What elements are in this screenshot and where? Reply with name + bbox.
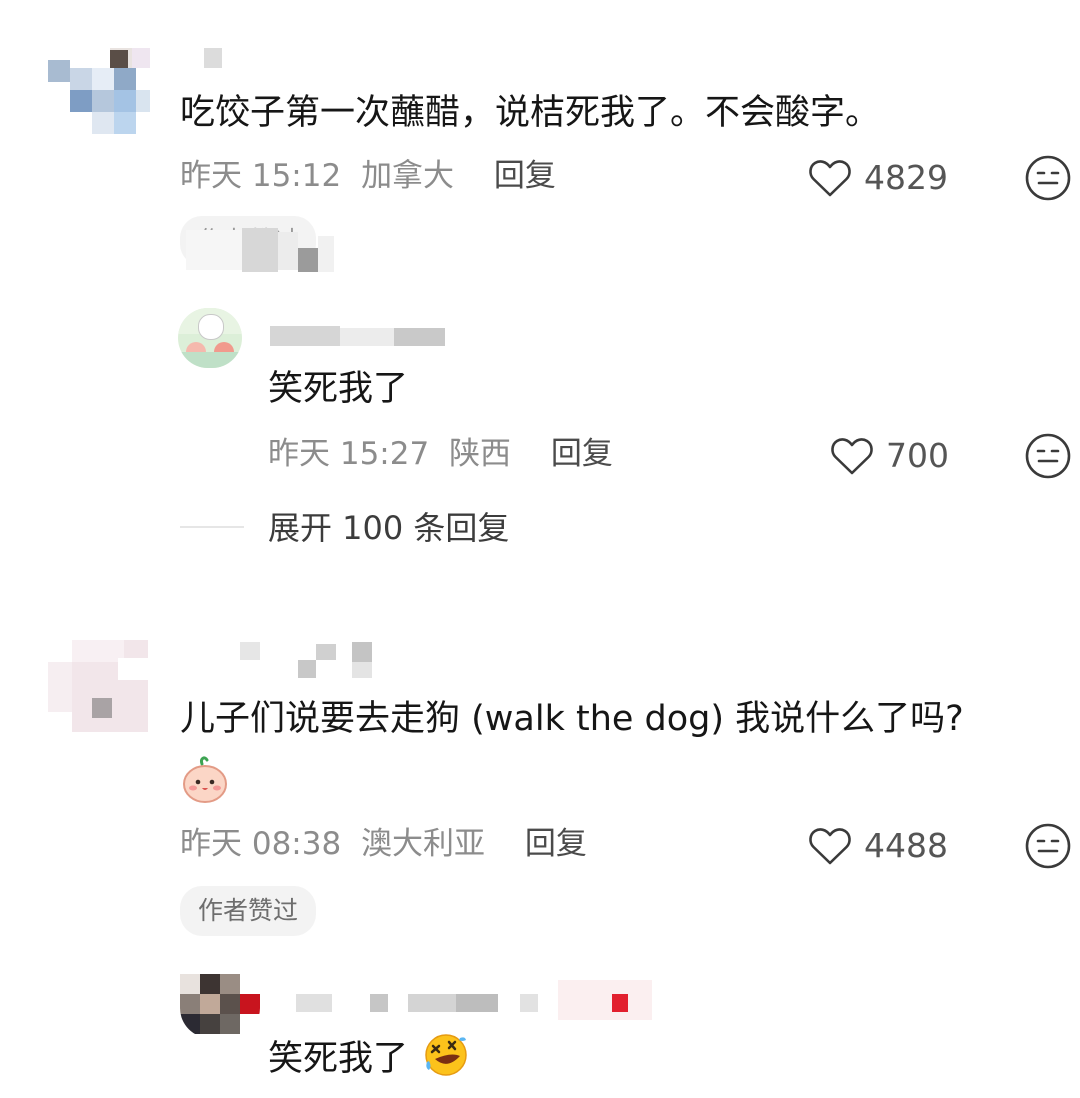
username[interactable] (270, 326, 445, 346)
reply-location: 陕西 (449, 436, 512, 472)
comment-location: 加拿大 (361, 158, 455, 194)
expand-replies-button[interactable]: 展开 100 条回复 (268, 506, 509, 550)
username[interactable] (240, 640, 372, 680)
cute-bun-emoji-icon (183, 756, 227, 803)
like-button[interactable]: 4829 (808, 156, 948, 200)
reply-button[interactable]: 回复 (551, 436, 613, 472)
comment-meta: 昨天 08:38 澳大利亚 回复 (180, 824, 587, 864)
avatar[interactable] (48, 640, 148, 732)
reply-meta: 昨天 15:27 陕西 回复 (268, 434, 613, 474)
reply-text-content: 笑死我了 (268, 1039, 409, 1079)
reply-button[interactable]: 回复 (494, 158, 556, 194)
heart-outline-icon (809, 160, 851, 197)
comment-text: 吃饺子第一次蘸醋，说桔死我了。不会酸字。 (180, 93, 881, 133)
username[interactable] (204, 48, 222, 68)
heart-outline-icon (831, 438, 873, 475)
neutral-face-icon[interactable] (1024, 822, 1072, 870)
comment-location: 澳大利亚 (361, 826, 486, 862)
like-button[interactable]: 4488 (808, 824, 948, 868)
comment-time: 昨天 15:12 (180, 158, 342, 194)
like-count: 4488 (864, 826, 948, 865)
reply-button[interactable]: 回复 (525, 826, 587, 862)
rolling-laughing-emoji-icon (425, 1034, 467, 1076)
avatar[interactable] (178, 308, 242, 368)
comment-meta: 昨天 15:12 加拿大 回复 (180, 156, 556, 196)
reply-time: 昨天 15:27 (268, 436, 430, 472)
divider (180, 526, 244, 528)
neutral-face-icon[interactable] (1024, 154, 1072, 202)
avatar[interactable] (48, 48, 150, 138)
comment-time: 昨天 08:38 (180, 826, 342, 862)
comment-text: 儿子们说要去走狗 (walk the dog) 我说什么了吗? (180, 699, 964, 739)
avatar[interactable] (180, 974, 260, 1038)
like-button[interactable]: 700 (830, 434, 949, 478)
author-liked-badge: 作者赞过 (180, 886, 317, 936)
reply-text: 笑死我了 (268, 369, 409, 409)
like-count: 700 (886, 436, 949, 475)
heart-outline-icon (809, 828, 851, 865)
username[interactable] (296, 980, 652, 1020)
like-count: 4829 (864, 158, 948, 197)
neutral-face-icon[interactable] (1024, 432, 1072, 480)
reply-text: 笑死我了 (268, 1032, 469, 1082)
